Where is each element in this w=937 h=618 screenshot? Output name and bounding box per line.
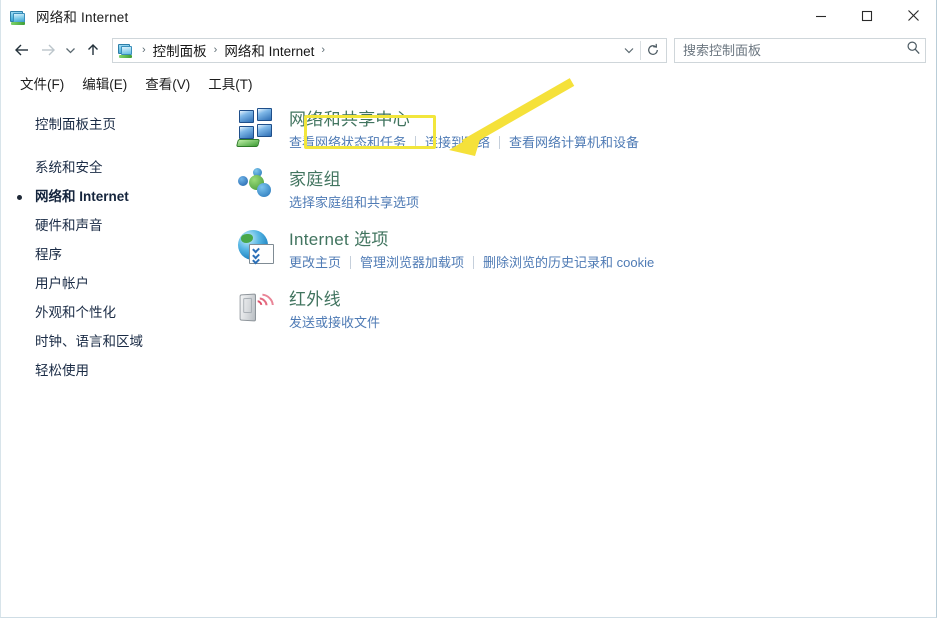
search-box[interactable] bbox=[674, 37, 926, 63]
category-list: 网络和共享中心 查看网络状态和任务 连接到网络 查看网络计算机和设备 家庭组 选… bbox=[229, 96, 936, 617]
maximize-button[interactable] bbox=[844, 0, 890, 31]
link-delete-browsing-history[interactable]: 删除浏览的历史记录和 cookie bbox=[483, 253, 654, 272]
breadcrumb-separator: › bbox=[213, 44, 218, 56]
menu-item-view[interactable]: 查看(V) bbox=[136, 70, 199, 96]
sidebar-item-network-internet[interactable]: 网络和 Internet bbox=[1, 182, 229, 211]
breadcrumb-separator-trailing[interactable]: › bbox=[317, 44, 329, 56]
breadcrumb-item-network-internet[interactable]: 网络和 Internet bbox=[221, 40, 317, 60]
link-connect-to-network[interactable]: 连接到网络 bbox=[425, 133, 490, 152]
sidebar-item-hardware-sound[interactable]: 硬件和声音 bbox=[1, 211, 229, 240]
sidebar-item-clock-language-region[interactable]: 时钟、语言和区域 bbox=[1, 327, 229, 356]
window-controls bbox=[798, 0, 936, 31]
sidebar-item-appearance-personalization[interactable]: 外观和个性化 bbox=[1, 298, 229, 327]
menu-item-file[interactable]: 文件(F) bbox=[11, 70, 73, 96]
address-bar-actions bbox=[617, 39, 664, 62]
category-title-homegroup[interactable]: 家庭组 bbox=[289, 169, 341, 191]
network-folder-icon bbox=[9, 7, 27, 25]
sidebar: 控制面板主页 系统和安全 网络和 Internet 硬件和声音 程序 用户帐户 … bbox=[1, 96, 229, 617]
sidebar-item-system-security[interactable]: 系统和安全 bbox=[1, 153, 229, 182]
category-network-sharing-center: 网络和共享中心 查看网络状态和任务 连接到网络 查看网络计算机和设备 bbox=[229, 108, 936, 162]
window-title: 网络和 Internet bbox=[36, 9, 129, 25]
category-internet-options: Internet 选项 更改主页 管理浏览器加载项 删除浏览的历史记录和 coo… bbox=[229, 228, 936, 282]
link-send-receive-files[interactable]: 发送或接收文件 bbox=[289, 313, 380, 332]
category-links: 更改主页 管理浏览器加载项 删除浏览的历史记录和 cookie bbox=[289, 253, 654, 272]
network-sharing-center-icon[interactable] bbox=[236, 108, 289, 150]
category-links: 选择家庭组和共享选项 bbox=[289, 193, 419, 212]
infrared-icon[interactable] bbox=[237, 288, 289, 330]
category-links: 查看网络状态和任务 连接到网络 查看网络计算机和设备 bbox=[289, 133, 639, 152]
sidebar-item-programs[interactable]: 程序 bbox=[1, 240, 229, 269]
close-button[interactable] bbox=[890, 0, 936, 31]
content-area: 控制面板主页 系统和安全 网络和 Internet 硬件和声音 程序 用户帐户 … bbox=[1, 96, 936, 617]
minimize-button[interactable] bbox=[798, 0, 844, 31]
title-bar: 网络和 Internet bbox=[1, 0, 936, 31]
category-infrared: 红外线 发送或接收文件 bbox=[229, 288, 936, 342]
breadcrumb-item-control-panel[interactable]: 控制面板 bbox=[150, 40, 210, 60]
link-change-homepage[interactable]: 更改主页 bbox=[289, 253, 341, 272]
back-button[interactable] bbox=[9, 37, 35, 63]
category-body: 红外线 发送或接收文件 bbox=[289, 288, 380, 332]
divider bbox=[473, 256, 475, 269]
refresh-icon[interactable] bbox=[641, 39, 664, 62]
homegroup-icon[interactable] bbox=[237, 168, 289, 210]
category-title-network-sharing-center[interactable]: 网络和共享中心 bbox=[289, 109, 410, 131]
address-dropdown-chevron-down-icon[interactable] bbox=[617, 39, 640, 62]
divider bbox=[415, 136, 417, 149]
menu-bar: 文件(F) 编辑(E) 查看(V) 工具(T) bbox=[1, 69, 936, 96]
breadcrumb-separator: › bbox=[142, 44, 146, 56]
divider bbox=[499, 136, 501, 149]
sidebar-item-user-accounts[interactable]: 用户帐户 bbox=[1, 269, 229, 298]
address-bar[interactable]: › 控制面板 › 网络和 Internet › bbox=[112, 37, 667, 63]
search-input[interactable] bbox=[683, 42, 906, 58]
category-homegroup: 家庭组 选择家庭组和共享选项 bbox=[229, 168, 936, 222]
link-manage-browser-addons[interactable]: 管理浏览器加载项 bbox=[360, 253, 464, 272]
internet-options-icon[interactable] bbox=[237, 228, 289, 270]
menu-item-tools[interactable]: 工具(T) bbox=[199, 70, 261, 96]
sidebar-item-ease-of-access[interactable]: 轻松使用 bbox=[1, 356, 229, 385]
up-button[interactable] bbox=[80, 37, 106, 63]
category-title-infrared[interactable]: 红外线 bbox=[289, 289, 341, 311]
sidebar-item-control-panel-home[interactable]: 控制面板主页 bbox=[1, 110, 229, 139]
control-panel-window: 网络和 Internet › 控制面板 › 网络和 Internet › 搜索控… bbox=[0, 0, 937, 618]
navigation-bar: › 控制面板 › 网络和 Internet › bbox=[1, 31, 936, 69]
divider bbox=[350, 256, 352, 269]
link-choose-homegroup-options[interactable]: 选择家庭组和共享选项 bbox=[289, 193, 419, 212]
menu-item-edit[interactable]: 编辑(E) bbox=[73, 70, 136, 96]
breadcrumb-network-icon bbox=[118, 42, 135, 58]
search-icon bbox=[906, 40, 921, 60]
link-view-network-status[interactable]: 查看网络状态和任务 bbox=[289, 133, 406, 152]
category-links: 发送或接收文件 bbox=[289, 313, 380, 332]
category-body: 网络和共享中心 查看网络状态和任务 连接到网络 查看网络计算机和设备 bbox=[289, 108, 639, 152]
category-body: 家庭组 选择家庭组和共享选项 bbox=[289, 168, 419, 212]
category-title-internet-options[interactable]: Internet 选项 bbox=[289, 229, 389, 251]
category-body: Internet 选项 更改主页 管理浏览器加载项 删除浏览的历史记录和 coo… bbox=[289, 228, 654, 272]
recent-locations-chevron-down-icon[interactable] bbox=[61, 37, 80, 63]
forward-button[interactable] bbox=[35, 37, 61, 63]
link-view-network-computers[interactable]: 查看网络计算机和设备 bbox=[509, 133, 639, 152]
